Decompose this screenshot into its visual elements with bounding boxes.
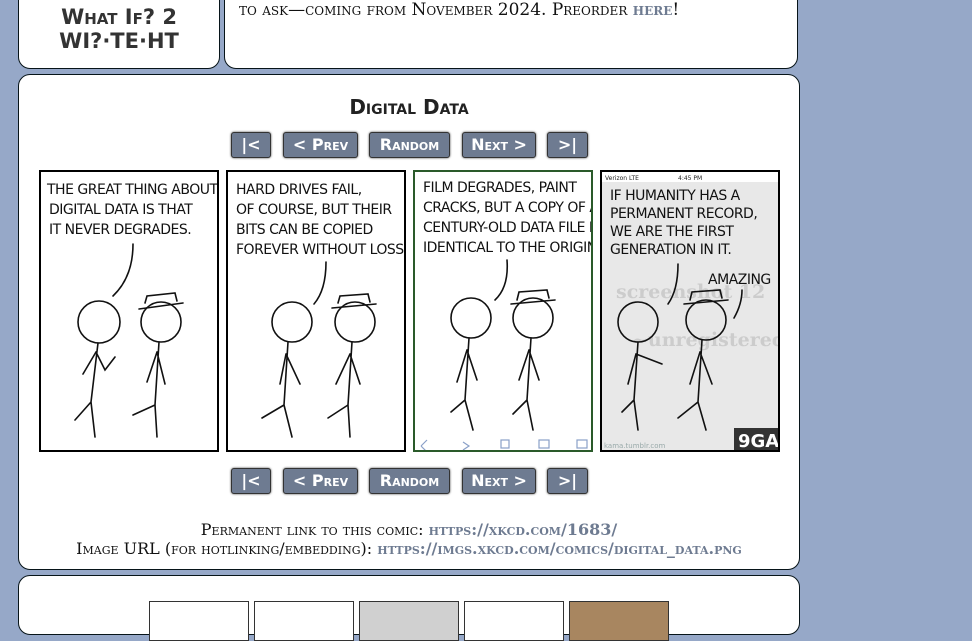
svg-text:THE GREAT THING ABOUT: THE GREAT THING ABOUT — [46, 182, 217, 198]
svg-text:IT NEVER DEGRADES.: IT NEVER DEGRADES. — [49, 222, 191, 238]
first-comic-button[interactable]: |< — [231, 132, 271, 158]
comic-panel-3: FILM DEGRADES, PAINT CRACKS, BUT A COPY … — [413, 170, 593, 452]
preorder-link[interactable]: here — [633, 0, 673, 20]
svg-text:IDENTICAL TO THE ORIGINAL.: IDENTICAL TO THE ORIGINAL. — [423, 240, 591, 256]
news-box: to ask—coming from November 2024. Preord… — [224, 0, 798, 69]
svg-text:FILM DEGRADES, PAINT: FILM DEGRADES, PAINT — [423, 180, 577, 196]
svg-text:CENTURY-OLD DATA FILE IS: CENTURY-OLD DATA FILE IS — [423, 220, 591, 236]
svg-text:HARD DRIVES FAIL,: HARD DRIVES FAIL, — [236, 182, 362, 198]
next-comic-button[interactable]: Next > — [462, 468, 536, 494]
svg-text:PERMANENT RECORD,: PERMANENT RECORD, — [610, 206, 757, 222]
news-text: to ask—coming from November 2024. Preord… — [239, 0, 680, 20]
svg-text:FOREVER WITHOUT LOSS.: FOREVER WITHOUT LOSS. — [236, 242, 404, 258]
last-comic-button[interactable]: >| — [547, 468, 588, 494]
first-comic-button[interactable]: |< — [231, 468, 271, 494]
random-comic-button[interactable]: Random — [369, 132, 450, 158]
comic-title: Digital Data — [349, 95, 469, 119]
thumbnail[interactable] — [464, 601, 564, 641]
comic-box: Digital Data |< < Prev Random Next > >| … — [18, 74, 800, 570]
thumbnail[interactable] — [359, 601, 459, 641]
svg-text:DIGITAL DATA IS THAT: DIGITAL DATA IS THAT — [49, 202, 193, 218]
comic-nav-bottom: |< < Prev Random Next > >| — [19, 468, 799, 494]
svg-text:GENERATION IN IT.: GENERATION IN IT. — [610, 242, 731, 258]
svg-text:OF COURSE, BUT THEIR: OF COURSE, BUT THEIR — [236, 202, 392, 218]
svg-text:BITS CAN BE COPIED: BITS CAN BE COPIED — [236, 222, 373, 238]
prev-comic-button[interactable]: < Prev — [283, 132, 358, 158]
permalink-line: Permanent link to this comic: https://xk… — [200, 520, 618, 539]
svg-text:4:45 PM: 4:45 PM — [678, 175, 702, 182]
comic-panel-2: HARD DRIVES FAIL, OF COURSE, BUT THEIR B… — [226, 170, 406, 452]
random-comic-button[interactable]: Random — [369, 468, 450, 494]
svg-text:CRACKS, BUT A COPY OF A: CRACKS, BUT A COPY OF A — [423, 200, 591, 216]
image-url[interactable]: https://imgs.xkcd.com/comics/digital_dat… — [377, 539, 742, 558]
svg-text:IF HUMANITY HAS A: IF HUMANITY HAS A — [610, 188, 741, 204]
prev-comic-button[interactable]: < Prev — [283, 468, 358, 494]
book-promo-box[interactable]: What If? 2 WI?·TE·HT — [18, 0, 220, 69]
next-comic-button[interactable]: Next > — [462, 132, 536, 158]
permalink-url[interactable]: https://xkcd.com/1683/ — [429, 520, 618, 539]
thumbnail[interactable] — [569, 601, 669, 641]
svg-text:WE ARE THE FIRST: WE ARE THE FIRST — [610, 224, 734, 240]
svg-text:9GAG: 9GAG — [738, 431, 778, 450]
thumbnails-box — [18, 575, 800, 641]
comic-panel-1: THE GREAT THING ABOUT DIGITAL DATA IS TH… — [39, 170, 219, 452]
comic-nav-top: |< < Prev Random Next > >| — [19, 132, 799, 158]
book-title[interactable]: What If? 2 WI?·TE·HT — [19, 5, 219, 53]
comic-panel-4: Verizon LTE 4:45 PM IF HUMANITY HAS A PE… — [600, 170, 780, 452]
thumbnail[interactable] — [149, 601, 249, 641]
svg-text:Verizon LTE: Verizon LTE — [605, 175, 639, 182]
last-comic-button[interactable]: >| — [547, 132, 588, 158]
thumbnail[interactable] — [254, 601, 354, 641]
svg-text:kama.tumblr.com: kama.tumblr.com — [604, 442, 666, 450]
image-url-line: Image URL (for hotlinking/embedding): ht… — [76, 539, 742, 558]
